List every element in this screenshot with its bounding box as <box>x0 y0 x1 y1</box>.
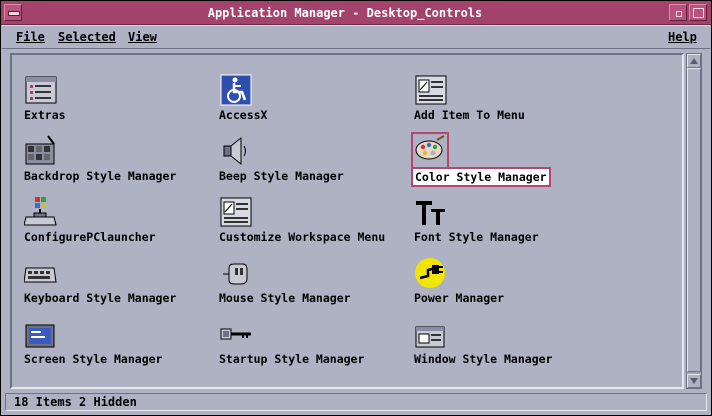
scroll-thumb[interactable] <box>687 68 701 372</box>
app-item-label: Mouse Style Manager <box>219 291 351 305</box>
app-item-font-style-manager[interactable]: Font Style Manager <box>412 195 602 251</box>
menu-view[interactable]: View <box>128 26 157 48</box>
menu-selected[interactable]: Selected <box>58 26 116 48</box>
title-bar[interactable]: Application Manager - Desktop_Controls <box>1 1 711 25</box>
menu-doc-icon <box>219 195 253 229</box>
app-item-label: Beep Style Manager <box>219 169 344 183</box>
application-manager-window: Application Manager - Desktop_Controls F… <box>0 0 712 416</box>
mouse-icon <box>219 256 253 290</box>
status-text: 18 Items 2 Hidden <box>14 395 137 409</box>
launcher-icon <box>23 195 58 229</box>
app-item-label: Screen Style Manager <box>24 352 163 366</box>
app-item-label: Window Style Manager <box>414 352 553 366</box>
app-item-keyboard-style-manager[interactable]: Keyboard Style Manager <box>22 256 212 312</box>
palette-icon <box>411 132 449 170</box>
app-item-mouse-style-manager[interactable]: Mouse Style Manager <box>217 256 407 312</box>
window-icon <box>414 317 448 351</box>
app-item-accessx[interactable]: AccessX <box>217 73 407 129</box>
speaker-icon <box>219 134 253 168</box>
power-plug-icon <box>414 256 448 290</box>
app-item-label: Startup Style Manager <box>219 352 365 366</box>
app-item-configurepclauncher[interactable]: ConfigurePClauncher <box>22 195 212 251</box>
app-item-backdrop-style-manager[interactable]: Backdrop Style Manager <box>22 134 212 190</box>
scroll-down-arrow-icon[interactable] <box>687 374 701 388</box>
app-item-customize-workspace-menu[interactable]: Customize Workspace Menu <box>217 195 407 251</box>
menu-view-label: View <box>128 30 157 44</box>
scroll-up-arrow-icon[interactable] <box>687 54 701 68</box>
window-title: Application Manager - Desktop_Controls <box>207 6 483 20</box>
app-item-label: ConfigurePClauncher <box>24 230 156 244</box>
app-item-label: Customize Workspace Menu <box>219 230 386 244</box>
app-item-label: AccessX <box>219 108 268 122</box>
minimize-button[interactable] <box>669 4 687 21</box>
app-item-label: Color Style Manager <box>411 167 551 187</box>
screen-icon <box>24 317 58 351</box>
keyboard-icon <box>23 256 58 290</box>
status-bar: 18 Items 2 Hidden <box>5 393 707 411</box>
menu-help-label: Help <box>668 30 697 44</box>
app-item-beep-style-manager[interactable]: Beep Style Manager <box>217 134 407 190</box>
backdrop-icon <box>24 134 58 168</box>
app-item-label: Font Style Manager <box>414 230 539 244</box>
app-item-screen-style-manager[interactable]: Screen Style Manager <box>22 317 212 373</box>
app-item-label: Keyboard Style Manager <box>24 291 177 305</box>
maximize-button[interactable] <box>689 4 707 21</box>
vertical-scrollbar[interactable] <box>686 53 702 389</box>
app-item-color-style-manager[interactable]: Color Style Manager <box>411 132 602 190</box>
menu-selected-label: Selected <box>58 30 116 44</box>
app-item-add-item-to-menu[interactable]: Add Item To Menu <box>412 73 602 129</box>
menu-file[interactable]: File <box>16 26 45 48</box>
app-item-window-style-manager[interactable]: Window Style Manager <box>412 317 602 373</box>
app-item-label: Add Item To Menu <box>414 108 525 122</box>
menu-file-label: File <box>16 30 45 44</box>
wheelchair-icon <box>219 73 253 107</box>
folder-list-icon <box>24 73 58 107</box>
app-item-startup-style-manager[interactable]: Startup Style Manager <box>217 317 407 373</box>
icon-view: Extras AccessX Add Item To Menu Backdrop… <box>10 53 684 389</box>
window-menu-button[interactable] <box>4 4 22 21</box>
app-item-power-manager[interactable]: Power Manager <box>412 256 602 312</box>
app-item-label: Power Manager <box>414 291 505 305</box>
menu-bar: File Selected View Help <box>2 25 710 49</box>
app-item-label: Extras <box>24 108 66 122</box>
menu-doc-icon <box>414 73 448 107</box>
menu-help[interactable]: Help <box>668 26 697 48</box>
key-icon <box>219 317 253 351</box>
app-item-label: Backdrop Style Manager <box>24 169 177 183</box>
app-item-extras[interactable]: Extras <box>22 73 212 129</box>
font-icon <box>414 195 448 229</box>
